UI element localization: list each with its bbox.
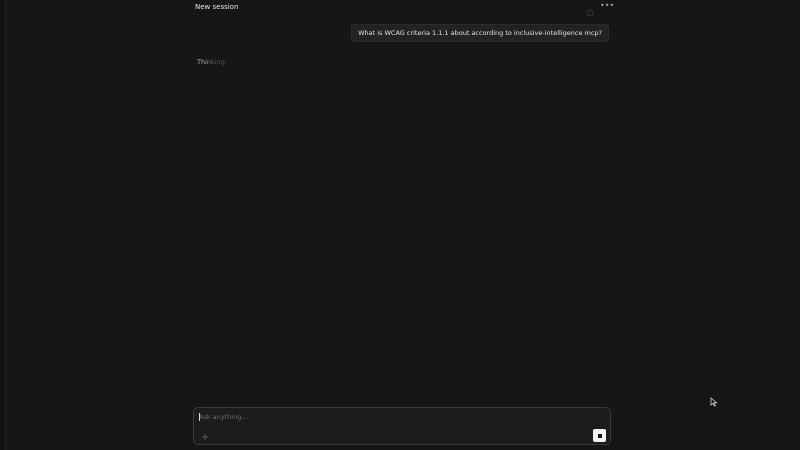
user-message-bubble: What is WCAG criteria 1.1.1 about accord… xyxy=(351,24,609,42)
circle-outline-icon[interactable] xyxy=(586,2,594,17)
session-title: New session xyxy=(195,3,239,11)
plus-icon xyxy=(201,426,209,445)
thinking-indicator: Thinking xyxy=(197,58,225,66)
message-composer xyxy=(193,407,611,445)
stop-button[interactable] xyxy=(593,429,606,442)
chat-app: New session ••• What is WCAG criteria 1.… xyxy=(0,0,800,450)
text-caret xyxy=(199,413,200,421)
stop-icon xyxy=(597,433,602,438)
mouse-pointer-icon xyxy=(710,392,718,407)
message-input[interactable] xyxy=(199,411,599,423)
add-attachment-button[interactable] xyxy=(200,430,210,440)
header-actions: ••• xyxy=(586,1,614,17)
sidebar-edge[interactable] xyxy=(0,0,6,450)
more-horizontal-icon[interactable]: ••• xyxy=(600,1,614,11)
